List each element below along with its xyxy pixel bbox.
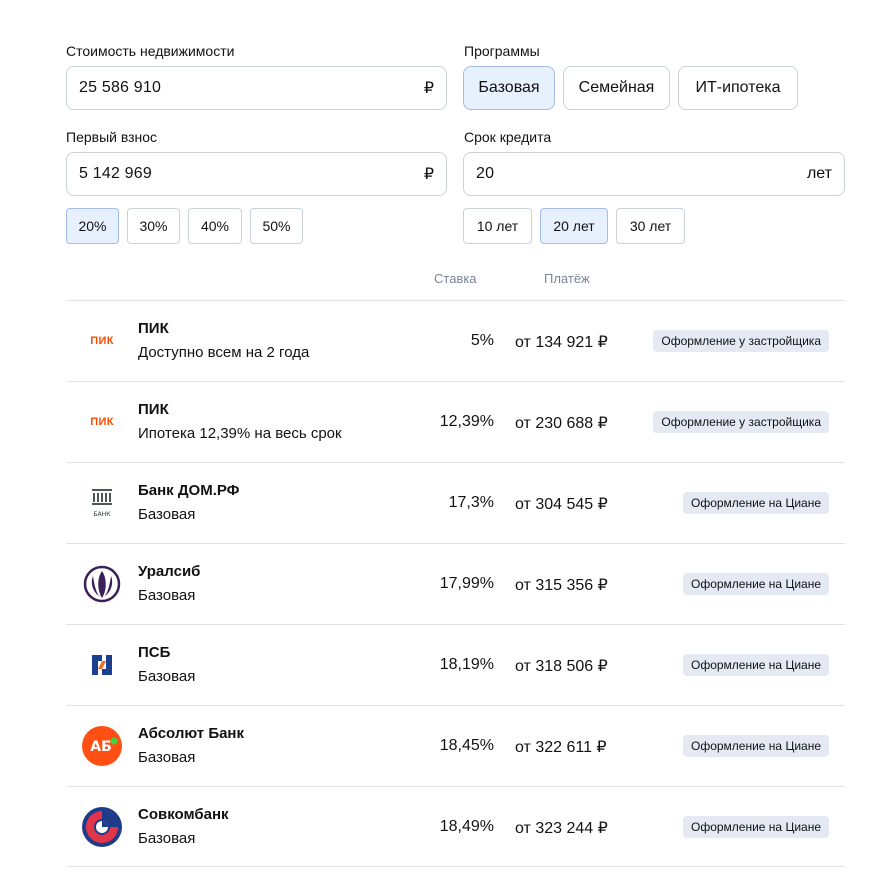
application-tag: Оформление на Циане bbox=[682, 654, 829, 676]
down-chip-50[interactable]: 50% bbox=[250, 208, 303, 244]
application-tag: Оформление на Циане bbox=[682, 492, 829, 514]
program-family-button[interactable]: Семейная bbox=[563, 66, 670, 110]
price-field[interactable]: 25 586 910 ₽ bbox=[66, 66, 447, 110]
term-field[interactable]: 20 лет bbox=[463, 152, 845, 196]
pik-logo-icon: ПИК bbox=[90, 416, 114, 428]
bank-name: Абсолют Банк bbox=[138, 725, 245, 742]
payment-value: от 304 545 ₽ bbox=[515, 496, 608, 513]
svg-text:БАНК: БАНК bbox=[94, 511, 112, 518]
term-unit: лет bbox=[806, 165, 832, 182]
payment-value: от 322 611 ₽ bbox=[515, 739, 607, 756]
application-tag: Оформление у застройщика bbox=[653, 330, 829, 352]
offer-row[interactable]: ПИК ПИК Доступно всем на 2 года 5% от 13… bbox=[66, 300, 845, 381]
program-name: Базовая bbox=[138, 668, 196, 685]
bank-name: ПИК bbox=[138, 320, 169, 337]
pik-logo-icon: ПИК bbox=[90, 335, 114, 347]
offer-row[interactable]: ПСБ Базовая 18,19% от 318 506 ₽ Оформлен… bbox=[66, 624, 845, 705]
absolut-logo-icon: АБ bbox=[82, 726, 122, 766]
rate-value: 17,99% bbox=[439, 575, 494, 592]
program-name: Базовая bbox=[138, 749, 196, 766]
svg-text:АБ: АБ bbox=[90, 739, 112, 755]
rate-value: 5% bbox=[470, 332, 494, 349]
term-chip-10[interactable]: 10 лет bbox=[463, 208, 532, 244]
payment-column-header: Платёж bbox=[544, 271, 590, 286]
term-chip-20[interactable]: 20 лет bbox=[540, 208, 608, 244]
bank-name: ПИК bbox=[138, 401, 169, 418]
rate-column-header: Ставка bbox=[434, 271, 477, 286]
price-label: Стоимость недвижимости bbox=[66, 43, 235, 59]
domrf-logo-icon: БАНК bbox=[82, 483, 122, 523]
rate-value: 12,39% bbox=[439, 413, 494, 430]
application-tag: Оформление на Циане bbox=[682, 573, 829, 595]
term-chip-30[interactable]: 30 лет bbox=[616, 208, 685, 244]
payment-value: от 134 921 ₽ bbox=[515, 334, 608, 351]
bank-name: Уралсиб bbox=[138, 563, 201, 580]
ruble-sign: ₽ bbox=[423, 166, 434, 183]
payment-value: от 323 244 ₽ bbox=[515, 820, 608, 837]
application-tag: Оформление на Циане bbox=[682, 816, 829, 838]
down-payment-value: 5 142 969 bbox=[79, 165, 152, 182]
offer-row[interactable]: ПИК ПИК Ипотека 12,39% на весь срок 12,3… bbox=[66, 381, 845, 462]
uralsib-logo-icon bbox=[82, 564, 122, 604]
program-name: Ипотека 12,39% на весь срок bbox=[138, 425, 342, 442]
payment-value: от 315 356 ₽ bbox=[515, 577, 608, 594]
offer-row[interactable]: Совкомбанк Базовая 18,49% от 323 244 ₽ О… bbox=[66, 786, 845, 867]
rate-value: 18,45% bbox=[439, 737, 494, 754]
bank-name: ПСБ bbox=[138, 644, 171, 661]
down-chip-20[interactable]: 20% bbox=[66, 208, 119, 244]
rate-value: 17,3% bbox=[448, 494, 494, 511]
program-name: Доступно всем на 2 года bbox=[138, 344, 310, 361]
offer-row[interactable]: Уралсиб Базовая 17,99% от 315 356 ₽ Офор… bbox=[66, 543, 845, 624]
program-name: Базовая bbox=[138, 506, 196, 523]
application-tag: Оформление на Циане bbox=[682, 735, 829, 757]
programs-label: Программы bbox=[464, 43, 540, 59]
payment-value: от 318 506 ₽ bbox=[515, 658, 608, 675]
program-it-button[interactable]: ИТ-ипотека bbox=[678, 66, 798, 110]
offer-row[interactable]: БАНК Банк ДОМ.РФ Базовая 17,3% от 304 54… bbox=[66, 462, 845, 543]
sovcombank-logo-icon bbox=[82, 807, 122, 847]
program-basic-button[interactable]: Базовая bbox=[463, 66, 555, 110]
down-payment-field[interactable]: 5 142 969 ₽ bbox=[66, 152, 447, 196]
down-chip-40[interactable]: 40% bbox=[188, 208, 242, 244]
term-value: 20 bbox=[476, 165, 495, 182]
program-name: Базовая bbox=[138, 587, 196, 604]
term-label: Срок кредита bbox=[464, 129, 552, 145]
price-value: 25 586 910 bbox=[79, 79, 162, 96]
down-chip-30[interactable]: 30% bbox=[127, 208, 180, 244]
bank-name: Банк ДОМ.РФ bbox=[138, 482, 240, 499]
bank-name: Совкомбанк bbox=[138, 806, 229, 823]
rate-value: 18,19% bbox=[439, 656, 494, 673]
payment-value: от 230 688 ₽ bbox=[515, 415, 608, 432]
program-name: Базовая bbox=[138, 830, 196, 847]
ruble-sign: ₽ bbox=[423, 80, 434, 97]
application-tag: Оформление у застройщика bbox=[653, 411, 829, 433]
rate-value: 18,49% bbox=[439, 818, 494, 835]
offer-row[interactable]: АБ Абсолют Банк Базовая 18,45% от 322 61… bbox=[66, 705, 845, 786]
down-payment-label: Первый взнос bbox=[66, 129, 158, 145]
psb-logo-icon bbox=[82, 645, 122, 685]
